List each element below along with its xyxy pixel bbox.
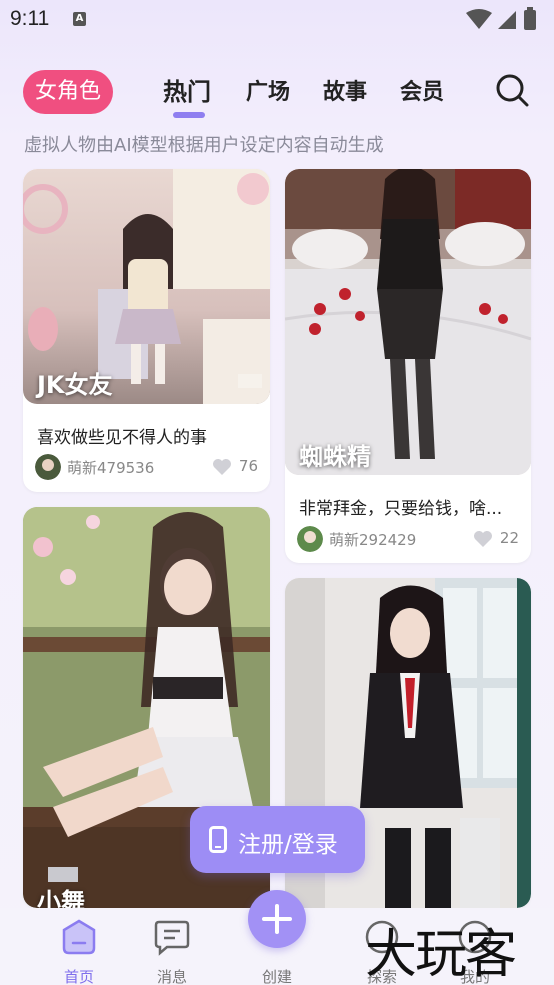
nav-messages[interactable]: 消息 xyxy=(142,914,202,985)
heart-icon[interactable] xyxy=(212,458,232,476)
login-button[interactable]: 注册/登录 xyxy=(190,806,365,873)
disclaimer-text: 虚拟人物由AI模型根据用户设定内容自动生成 xyxy=(24,135,384,156)
wifi-icon xyxy=(466,9,492,29)
status-icons xyxy=(466,7,536,30)
nav-label: 消息 xyxy=(156,968,187,985)
character-card[interactable]: 蜘蛛精 非常拜金，只要给钱，啥... 萌新292429 22 xyxy=(285,169,531,563)
home-icon xyxy=(62,919,96,955)
category-pill[interactable]: 女角色 xyxy=(23,70,113,114)
tab-indicator xyxy=(173,112,205,118)
nav-home[interactable]: 首页 xyxy=(49,914,109,985)
nav-label: 首页 xyxy=(63,968,94,985)
phone-icon xyxy=(209,826,227,853)
author-name: 萌新479536 xyxy=(67,459,155,477)
search-icon[interactable] xyxy=(494,72,530,108)
card-meta: 萌新292429 22 xyxy=(297,526,519,554)
heart-icon[interactable] xyxy=(473,530,493,548)
card-meta: 萌新479536 76 xyxy=(35,454,258,482)
tab-member[interactable]: 会员 xyxy=(400,74,444,106)
author-name: 萌新292429 xyxy=(329,531,417,549)
plus-icon xyxy=(262,904,292,934)
character-name: 蜘蛛精 xyxy=(299,443,371,471)
character-description: 喜欢做些见不得人的事 xyxy=(37,428,207,448)
create-button[interactable] xyxy=(248,890,306,948)
tab-square[interactable]: 广场 xyxy=(246,74,290,106)
nav-label: 创建 xyxy=(261,968,292,985)
tab-hot[interactable]: 热门 xyxy=(163,72,211,107)
character-name: 小舞 xyxy=(37,888,85,908)
like-count: 76 xyxy=(238,457,258,475)
message-icon xyxy=(154,920,190,956)
author-avatar xyxy=(35,454,61,480)
top-nav: 女角色 热门 广场 故事 会员 xyxy=(0,66,554,120)
tab-story[interactable]: 故事 xyxy=(323,74,367,106)
login-label: 注册/登录 xyxy=(238,832,338,858)
like-count: 22 xyxy=(499,529,519,547)
character-image xyxy=(285,169,531,475)
status-bar: 9:11 A xyxy=(0,0,554,40)
character-card[interactable]: JK女友 喜欢做些见不得人的事 萌新479536 76 xyxy=(23,169,270,492)
signal-icon xyxy=(498,11,516,29)
battery-icon xyxy=(524,10,536,30)
character-description: 非常拜金，只要给钱，啥... xyxy=(299,499,503,519)
author-avatar xyxy=(297,526,323,552)
character-name: JK女友 xyxy=(37,371,113,399)
status-time: 9:11 xyxy=(10,7,50,30)
notification-icon: A xyxy=(73,12,86,26)
watermark: 大玩客 xyxy=(365,925,517,985)
